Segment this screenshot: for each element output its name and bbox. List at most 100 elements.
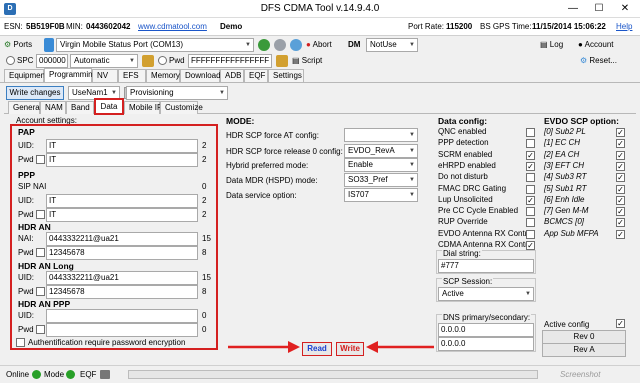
subtab-customize[interactable]: Customize: [160, 101, 203, 114]
evdo-option-label-4: [4] Sub3 RT: [544, 172, 587, 182]
tab-programming[interactable]: Programming: [44, 68, 97, 82]
tab-nv[interactable]: NV: [92, 69, 118, 82]
evdo-option-checkbox-3[interactable]: [616, 161, 625, 171]
active-config-checkbox[interactable]: [616, 319, 625, 328]
hdr-an-ppp-pwd-field[interactable]: [46, 323, 198, 337]
data-config-checkbox-7[interactable]: [526, 207, 535, 217]
key-icon[interactable]: [276, 55, 288, 67]
log-button[interactable]: ▤ Log: [540, 38, 563, 52]
pap-uid-field[interactable]: IT: [46, 139, 198, 153]
status-bar: Online Mode EQF Screenshot: [0, 365, 640, 383]
provisioning-select[interactable]: Provisioning ▼: [126, 86, 228, 100]
hdr-an-long-uid-field[interactable]: 0443332211@ua21: [46, 271, 198, 285]
data-config-checkbox-10[interactable]: [526, 241, 535, 250]
online-indicator-icon: [32, 370, 41, 379]
minimize-button[interactable]: —: [560, 0, 586, 17]
data-config-checkbox-9[interactable]: [526, 229, 535, 239]
ppp-uid-field[interactable]: IT: [46, 194, 198, 208]
data-config-checkbox-3[interactable]: [526, 161, 535, 171]
tab-efs[interactable]: EFS: [118, 69, 146, 82]
account-button[interactable]: ● Account: [578, 38, 614, 52]
evdo-option-checkbox-0[interactable]: [616, 128, 625, 137]
data-config-checkbox-6[interactable]: [526, 195, 535, 205]
tab-download[interactable]: Download: [180, 69, 221, 82]
disconnect-icon[interactable]: [274, 39, 286, 51]
spc-field[interactable]: 000000: [36, 54, 68, 68]
dns-primary-field[interactable]: 0.0.0.0: [438, 323, 534, 337]
hdr-an-ppp-pwd-checkbox[interactable]: [36, 325, 45, 334]
evdo-option-checkbox-9[interactable]: [616, 229, 625, 239]
evdo-option-checkbox-2[interactable]: [616, 150, 625, 160]
data-config-checkbox-4[interactable]: [526, 173, 535, 183]
rev-a-button[interactable]: Rev A: [542, 343, 626, 357]
evdo-option-checkbox-5[interactable]: [616, 184, 625, 194]
maximize-button[interactable]: ☐: [586, 0, 612, 17]
script-button[interactable]: ▤ Script: [292, 54, 322, 68]
hdr-an-ppp-uid-field[interactable]: [46, 309, 198, 323]
evdo-option-checkbox-8[interactable]: [616, 218, 625, 228]
write-changes-button[interactable]: Write changes: [6, 86, 64, 100]
dm-select[interactable]: NotUse ▼: [366, 38, 418, 52]
spc-radio[interactable]: [6, 56, 15, 65]
dns-secondary-field[interactable]: 0.0.0.0: [438, 337, 534, 351]
log-label: Log: [549, 40, 564, 49]
subtab-general[interactable]: General: [8, 101, 41, 114]
evdo-option-checkbox-7[interactable]: [616, 207, 625, 217]
ppp-pwd-field[interactable]: IT: [46, 208, 198, 222]
site-link[interactable]: www.cdmatool.com: [138, 22, 207, 31]
write-button[interactable]: Write: [336, 342, 364, 356]
help-link[interactable]: Help: [616, 22, 632, 31]
hdr-an-pwd-field[interactable]: 12345678: [46, 246, 198, 260]
spc-mode-select[interactable]: Automatic ▼: [70, 54, 138, 68]
read-button[interactable]: Read: [302, 342, 332, 356]
mode-indicator-icon: [66, 370, 75, 379]
port-select[interactable]: Virgin Mobile Status Port (COM13) ▼: [56, 38, 254, 52]
tab-eqf[interactable]: EQF: [244, 69, 268, 82]
data-config-checkbox-5[interactable]: [526, 184, 535, 194]
evdo-option-checkbox-4[interactable]: [616, 173, 625, 183]
pwd-field[interactable]: FFFFFFFFFFFFFFFF: [188, 54, 272, 68]
tab-adb[interactable]: ADB: [220, 69, 244, 82]
connect-icon[interactable]: [258, 39, 270, 51]
reset-button[interactable]: ⚙ Reset...: [580, 54, 617, 68]
evdo-option-checkbox-1[interactable]: [616, 139, 625, 149]
evdo-option-checkbox-6[interactable]: [616, 195, 625, 205]
ports-button[interactable]: ⚙ Ports: [4, 38, 32, 52]
tab-equipment[interactable]: Equipment: [4, 69, 47, 82]
mode-select-4[interactable]: IS707 ▼: [344, 188, 418, 202]
data-config-checkbox-2[interactable]: [526, 150, 535, 160]
subtab-mobile-ip[interactable]: Mobile IP: [124, 101, 162, 114]
rev-0-button[interactable]: Rev 0: [542, 330, 626, 344]
dial-string-field[interactable]: #777: [438, 259, 534, 273]
pap-pwd-field[interactable]: IT: [46, 153, 198, 167]
tab-memory[interactable]: Memory: [146, 69, 180, 82]
mode-select-1[interactable]: EVDO_RevA ▼: [344, 144, 418, 158]
mode-select-2[interactable]: Enable ▼: [344, 158, 418, 172]
hdr-an-long-title: HDR AN Long: [18, 261, 74, 271]
stop-icon: ●: [306, 40, 311, 49]
auth-encryption-checkbox[interactable]: [16, 338, 25, 347]
pwd-radio[interactable]: [158, 56, 167, 65]
subtab-nam[interactable]: NAM: [40, 101, 66, 114]
subtab-data[interactable]: Data: [94, 98, 124, 115]
subtab-band[interactable]: Band: [66, 101, 94, 114]
ppp-pwd-checkbox[interactable]: [36, 210, 45, 219]
hdr-an-long-pwd-checkbox[interactable]: [36, 287, 45, 296]
mode-select-0[interactable]: ▼: [344, 128, 418, 142]
data-config-checkbox-1[interactable]: [526, 139, 535, 149]
abort-button[interactable]: ● Abort: [306, 38, 332, 52]
mode-select-3[interactable]: SO33_Pref ▼: [344, 173, 418, 187]
hdr-an-nai-field[interactable]: 0443332211@ua21: [46, 232, 198, 246]
refresh-icon[interactable]: [290, 39, 302, 51]
data-config-checkbox-8[interactable]: [526, 218, 535, 228]
mode-label-4: Data service option:: [226, 191, 297, 200]
pap-pwd-checkbox[interactable]: [36, 155, 45, 164]
data-config-checkbox-0[interactable]: [526, 128, 535, 137]
info-bar: ESN: 5B519F0B MIN: 0443602042 www.cdmato…: [0, 18, 640, 36]
hdr-an-pwd-checkbox[interactable]: [36, 248, 45, 257]
close-button[interactable]: ✕: [612, 0, 638, 17]
key-icon[interactable]: [142, 55, 154, 67]
scp-session-select[interactable]: Active ▼: [438, 287, 534, 301]
hdr-an-long-pwd-field[interactable]: 12345678: [46, 285, 198, 299]
tab-settings[interactable]: Settings: [268, 69, 304, 82]
